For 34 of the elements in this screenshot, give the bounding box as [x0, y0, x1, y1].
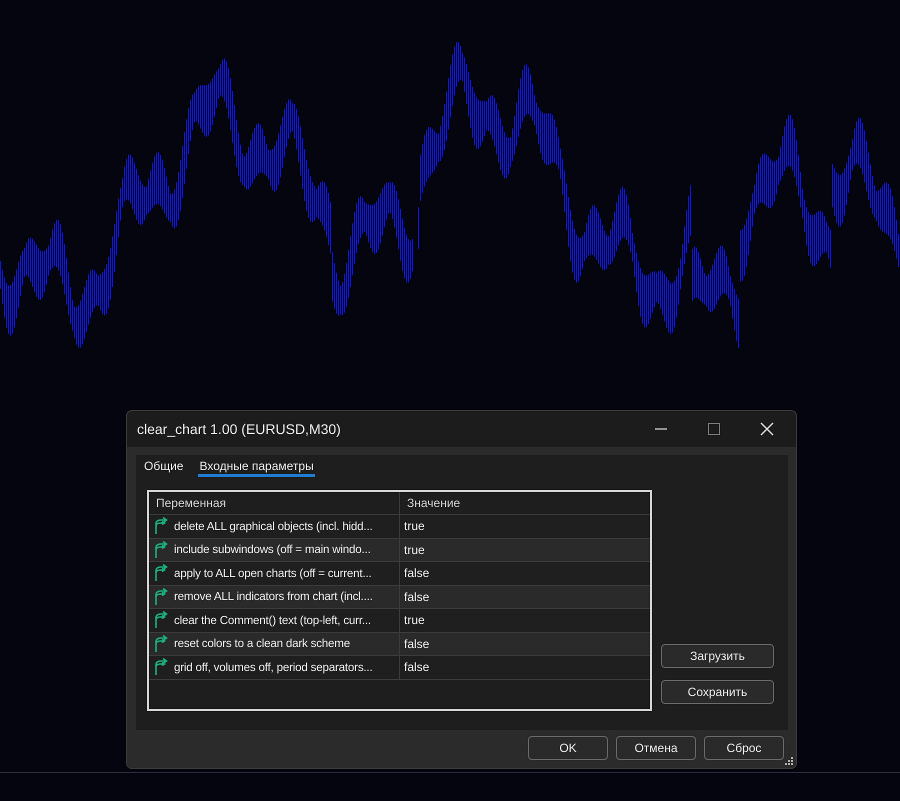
maximize-icon[interactable]: [708, 423, 720, 435]
table-cell: remove ALL indicators from chart (incl....: [174, 590, 373, 604]
table-cell: include subwindows (off = main windo...: [174, 543, 371, 556]
parameter-icon: [152, 517, 170, 536]
table-cell: apply to ALL open charts (off = current...: [174, 566, 372, 580]
table-cell: delete ALL graphical objects (incl. hidd...: [174, 520, 372, 533]
table-cell-text: true: [403, 612, 425, 630]
table-cell-text: false: [403, 565, 430, 582]
dialog-button[interactable]: Отмена: [616, 736, 696, 760]
parameter-icon: [152, 634, 170, 653]
parameter-icon: [152, 564, 170, 582]
dialog-button[interactable]: Сохранить: [661, 680, 774, 704]
table-cell-text: false: [403, 588, 430, 606]
table-cell-text: false: [403, 636, 430, 653]
tab[interactable]: Входные параметры: [198, 457, 315, 477]
parameter-icon: [152, 540, 170, 559]
column-header[interactable]: Значение: [400, 492, 460, 514]
dialog-button[interactable]: Сброс: [704, 736, 784, 760]
table-cell-text: false: [403, 659, 430, 676]
table-cell: grid off, volumes off, period separators...: [174, 660, 372, 674]
dialog-button[interactable]: Загрузить: [661, 644, 774, 668]
column-header[interactable]: Переменная: [149, 492, 400, 514]
table-cell-text: true: [403, 518, 425, 536]
parameter-icon: [152, 658, 170, 676]
window-title: clear_chart 1.00 (EURUSD,M30): [137, 421, 341, 437]
close-icon[interactable]: [760, 422, 774, 436]
table-cell-text: true: [403, 542, 425, 559]
dialog-button[interactable]: OK: [528, 736, 608, 760]
table-cell: reset colors to a clean dark scheme: [174, 637, 350, 650]
parameter-icon: [152, 588, 170, 606]
table-cell: clear the Comment() text (top-left, curr...: [174, 614, 371, 627]
resize-grip-icon[interactable]: [784, 756, 794, 766]
parameter-icon: [152, 611, 170, 630]
tab[interactable]: Общие: [143, 457, 184, 477]
